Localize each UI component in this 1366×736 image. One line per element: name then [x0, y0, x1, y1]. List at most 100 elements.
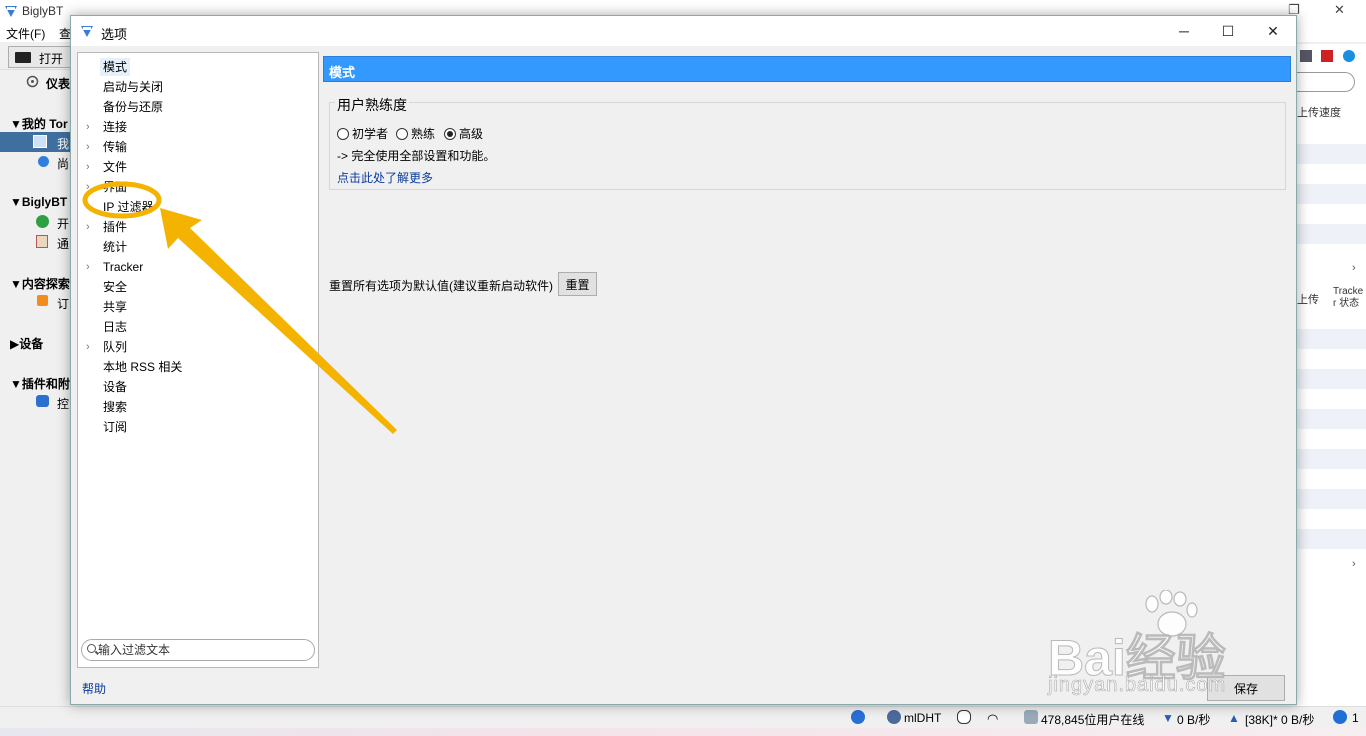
table-row[interactable]: [1297, 144, 1366, 164]
unfinished-icon: [38, 156, 49, 167]
rss-icon: [37, 295, 48, 306]
toolbar-view-icon[interactable]: [1300, 50, 1312, 62]
table-row[interactable]: [1297, 529, 1366, 549]
library-icon: [33, 135, 47, 148]
open-button[interactable]: 打开: [8, 46, 78, 68]
sidebar-section-my-torrents[interactable]: ▼我的 Tor: [10, 115, 68, 132]
tree-item[interactable]: 统计: [100, 238, 130, 256]
table-row[interactable]: [1297, 184, 1366, 204]
radio-intermediate[interactable]: 熟练: [396, 125, 435, 142]
status-download-speed[interactable]: 0 B/秒: [1177, 711, 1210, 728]
sidebar-item-start[interactable]: 开: [57, 215, 69, 232]
wifi-icon[interactable]: ◠: [987, 711, 998, 727]
users-icon: [1024, 710, 1038, 724]
save-button[interactable]: 保存: [1207, 675, 1285, 701]
chat-icon[interactable]: [957, 710, 971, 724]
table-row[interactable]: [1297, 489, 1366, 509]
dialog-title: 选项: [101, 27, 128, 42]
tree-item[interactable]: 模式: [100, 58, 131, 76]
chart-icon[interactable]: [1321, 50, 1333, 62]
sidebar-item-unfinished[interactable]: 尚: [57, 155, 69, 172]
sidebar-item-subscribe[interactable]: 订: [57, 295, 69, 312]
scroll-right-icon[interactable]: ›: [1352, 262, 1356, 274]
taskbar-strip: [0, 728, 1366, 736]
table-row[interactable]: [1297, 329, 1366, 349]
close-icon[interactable]: ✕: [1334, 2, 1345, 18]
column-upload[interactable]: 上传: [1297, 291, 1319, 307]
status-dht[interactable]: mlDHT: [904, 711, 941, 725]
radio-beginner-indicator: [337, 127, 349, 140]
table-row[interactable]: [1297, 369, 1366, 389]
radio-advanced-label: 高级: [459, 127, 484, 141]
tree-item[interactable]: 界面: [100, 178, 130, 196]
column-tracker-status[interactable]: Tracke r 状态: [1333, 286, 1365, 310]
menu-file[interactable]: 文件(F): [6, 25, 45, 42]
close-icon: ✕: [1267, 22, 1279, 39]
status-upload-speed[interactable]: [38K]* 0 B/秒: [1245, 711, 1314, 728]
radio-beginner[interactable]: 初学者: [337, 125, 388, 142]
tree-item[interactable]: 订阅: [100, 418, 130, 436]
globe-icon[interactable]: [887, 710, 901, 724]
reset-button[interactable]: 重置: [558, 272, 597, 296]
minimize-button[interactable]: ─: [1161, 16, 1207, 46]
tree-item[interactable]: 队列: [100, 338, 130, 356]
chevron-right-icon[interactable]: ›: [86, 178, 90, 196]
close-button[interactable]: ✕: [1250, 16, 1296, 46]
status-alert-count[interactable]: 1: [1352, 711, 1359, 725]
tree-item[interactable]: IP 过滤器: [100, 198, 156, 216]
sidebar-section-content[interactable]: ▼内容探索: [10, 275, 70, 292]
table-row[interactable]: [1297, 409, 1366, 429]
table-row[interactable]: [1297, 224, 1366, 244]
tree-item[interactable]: 插件: [100, 218, 130, 236]
sidebar-section-devices[interactable]: ▶设备: [10, 335, 43, 352]
statusbar: mlDHT ◠ 478,845位用户在线 ▼ 0 B/秒 ▲ [38K]* 0 …: [0, 706, 1366, 728]
info-icon[interactable]: [851, 710, 865, 724]
tree-item[interactable]: 启动与关闭: [100, 78, 166, 96]
chevron-right-icon[interactable]: ›: [86, 118, 90, 136]
search-input[interactable]: [1297, 72, 1355, 92]
radio-advanced[interactable]: 高级: [444, 125, 483, 142]
chevron-right-icon[interactable]: ›: [86, 218, 90, 236]
column-upload-speed[interactable]: 上传速度: [1297, 104, 1341, 120]
tree-item[interactable]: 连接: [100, 118, 130, 136]
main-window-title: BiglyBT: [22, 4, 64, 18]
tree-filter-field[interactable]: [81, 639, 315, 661]
tree-item[interactable]: 设备: [100, 378, 130, 396]
alert-info-icon[interactable]: [1333, 710, 1347, 724]
tree-item[interactable]: 安全: [100, 278, 130, 296]
sidebar-section-biglybt[interactable]: ▼BiglyBT: [10, 195, 67, 209]
sidebar-item-notify[interactable]: 通: [57, 235, 69, 252]
tree-filter-input[interactable]: [98, 642, 308, 658]
minimize-icon: ─: [1179, 23, 1189, 39]
proficiency-group-title: 用户熟练度: [335, 95, 409, 115]
options-tree: 模式启动与关闭备份与还原 › 连接 › 传输 › 文件 › 界面 IP 过滤器 › 插件统计 › Trac…: [77, 52, 319, 668]
table-row[interactable]: [1297, 449, 1366, 469]
tree-item[interactable]: 共享: [100, 298, 130, 316]
folder-icon: [15, 52, 31, 63]
tree-item[interactable]: 文件: [100, 158, 130, 176]
tree-item[interactable]: 搜索: [100, 398, 130, 416]
tree-item[interactable]: 日志: [100, 318, 130, 336]
sidebar-item-console[interactable]: 控: [57, 395, 69, 412]
sidebar-item-dashboard[interactable]: 仪表: [46, 75, 70, 92]
tree-item[interactable]: 备份与还原: [100, 98, 166, 116]
scroll-right-icon[interactable]: ›: [1352, 558, 1356, 570]
maximize-button[interactable]: ☐: [1205, 16, 1251, 46]
tree-item[interactable]: 传输: [100, 138, 130, 156]
proficiency-group: [329, 102, 1286, 190]
chevron-right-icon[interactable]: ›: [86, 258, 90, 276]
download-arrow-icon: ▼: [1162, 711, 1174, 725]
plugin-icon: [36, 395, 49, 407]
tree-item[interactable]: Tracker: [100, 258, 146, 276]
refresh-icon[interactable]: [1343, 50, 1355, 62]
chevron-right-icon[interactable]: ›: [86, 338, 90, 356]
chevron-right-icon[interactable]: ›: [86, 158, 90, 176]
sidebar-item-my[interactable]: 我: [57, 135, 69, 152]
learn-more-link[interactable]: 点击此处了解更多: [337, 169, 433, 186]
help-link[interactable]: 帮助: [82, 680, 106, 697]
mode-description: -> 完全使用全部设置和功能。: [337, 149, 496, 163]
tree-item[interactable]: 本地 RSS 相关: [100, 358, 185, 376]
sidebar-section-plugins[interactable]: ▼插件和附: [10, 375, 70, 392]
chevron-right-icon[interactable]: ›: [86, 138, 90, 156]
maximize-icon: ☐: [1221, 22, 1235, 39]
